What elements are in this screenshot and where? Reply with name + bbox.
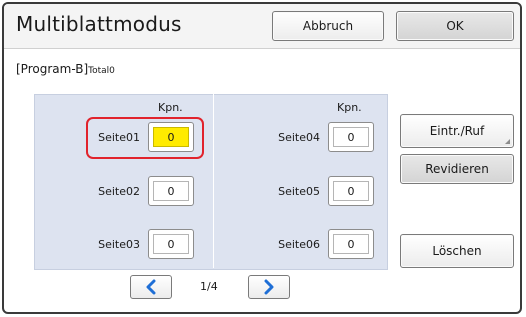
page-value-seite02-text: 0 <box>153 181 189 201</box>
cancel-button[interactable]: Abbruch <box>272 11 384 41</box>
program-name: [Program-B] <box>16 62 89 76</box>
revise-button[interactable]: Revidieren <box>400 154 514 184</box>
next-page-button[interactable] <box>248 275 290 299</box>
chevron-right-icon <box>264 279 274 295</box>
page-indicator: 1/4 <box>200 280 218 293</box>
kpn-header-right: Kpn. <box>337 101 362 114</box>
page-value-seite01-text: 0 <box>153 127 189 147</box>
page-value-seite03-text: 0 <box>153 234 189 254</box>
page-label-seite04: Seite04 <box>278 131 320 144</box>
page-label-seite03: Seite03 <box>98 238 140 251</box>
dialog-title: Multiblattmodus <box>16 12 182 36</box>
page-value-seite06[interactable]: 0 <box>328 229 374 259</box>
ok-button[interactable]: OK <box>396 11 514 41</box>
page-label-seite05: Seite05 <box>278 185 320 198</box>
delete-button[interactable]: Löschen <box>400 234 514 268</box>
panel-divider <box>213 94 214 268</box>
program-info: [Program-B]Total0 <box>16 62 115 76</box>
page-value-seite03[interactable]: 0 <box>148 229 194 259</box>
page-value-seite05-text: 0 <box>333 181 369 201</box>
page-value-seite05[interactable]: 0 <box>328 176 374 206</box>
program-total: Total0 <box>88 66 115 76</box>
prev-page-button[interactable] <box>130 275 172 299</box>
page-label-seite02: Seite02 <box>98 185 140 198</box>
page-value-seite04[interactable]: 0 <box>328 122 374 152</box>
dialog-frame: Multiblattmodus Abbruch OK [Program-B]To… <box>2 2 522 314</box>
page-label-seite01: Seite01 <box>98 131 140 144</box>
page-label-seite06: Seite06 <box>278 238 320 251</box>
page-value-seite01[interactable]: 0 <box>148 122 194 152</box>
chevron-left-icon <box>146 279 156 295</box>
kpn-header-left: Kpn. <box>158 101 183 114</box>
title-bar: Multiblattmodus Abbruch OK <box>4 4 520 49</box>
entry-recall-button[interactable]: Eintr./Ruf <box>400 114 514 148</box>
page-value-seite02[interactable]: 0 <box>148 176 194 206</box>
page-value-seite06-text: 0 <box>333 234 369 254</box>
page-value-seite04-text: 0 <box>333 127 369 147</box>
